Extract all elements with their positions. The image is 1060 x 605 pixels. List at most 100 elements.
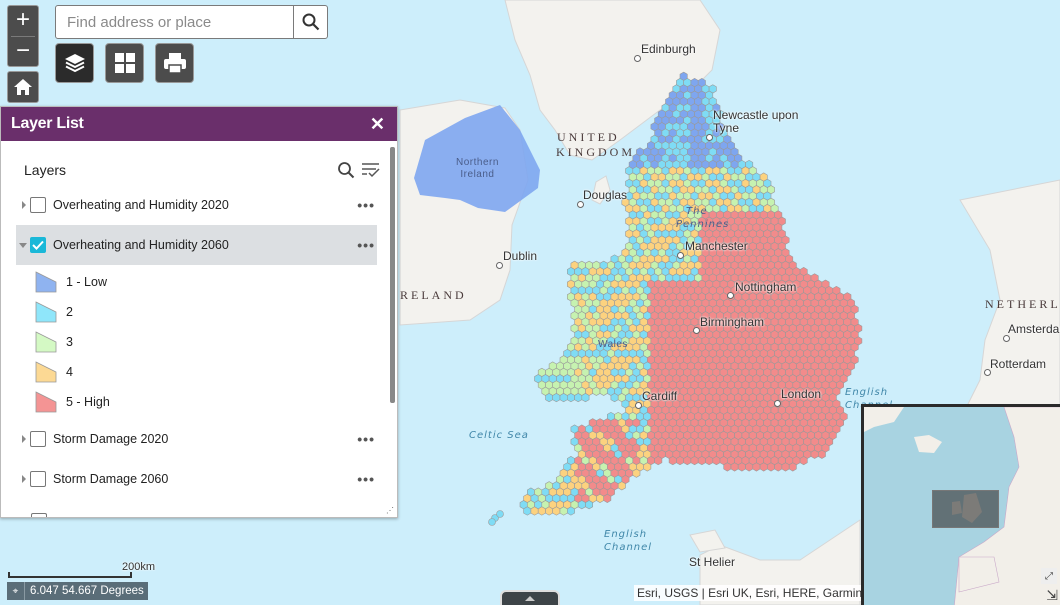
more-options-icon[interactable]: •••	[357, 197, 375, 213]
hex-cell[interactable]	[523, 506, 532, 516]
hex-cell[interactable]	[617, 481, 626, 491]
hex-cell[interactable]	[574, 393, 583, 403]
expand-caret-icon[interactable]	[22, 201, 26, 209]
city-label-st-helier: St Helier	[689, 555, 736, 569]
city-dot	[1003, 335, 1010, 342]
hex-cell[interactable]	[683, 456, 692, 466]
hex-cell[interactable]	[559, 393, 568, 403]
hex-cell[interactable]	[632, 468, 641, 478]
hex-cell[interactable]	[676, 456, 685, 466]
layer-visibility-checkbox[interactable]	[30, 471, 46, 487]
region-label-wales: Wales	[598, 339, 628, 350]
home-button[interactable]	[7, 71, 39, 103]
hex-cell[interactable]	[545, 506, 554, 516]
search-input[interactable]	[56, 6, 293, 38]
hex-cell[interactable]	[723, 462, 732, 472]
search-button[interactable]	[293, 6, 327, 38]
hex-cell[interactable]	[577, 500, 586, 510]
layer-visibility-checkbox[interactable]	[31, 513, 47, 517]
expand-caret-icon[interactable]	[22, 475, 26, 483]
filter-list-icon[interactable]	[361, 161, 381, 179]
hex-cell[interactable]	[752, 462, 761, 472]
city-label-edinburgh: Edinburgh	[641, 42, 696, 56]
more-options-icon[interactable]: •••	[357, 237, 375, 253]
hex-cell[interactable]	[690, 456, 699, 466]
zoom-out-button[interactable]: −	[8, 37, 38, 67]
layer-item-overheating-2060[interactable]: Overheating and Humidity 2060 •••	[16, 225, 377, 265]
expand-icon[interactable]: ⤢	[1041, 568, 1057, 584]
hex-cell[interactable]	[566, 393, 575, 403]
hex-cell[interactable]	[759, 462, 768, 472]
hex-cell[interactable]	[552, 506, 561, 516]
layer-visibility-checkbox[interactable]	[30, 237, 46, 253]
hex-cell[interactable]	[697, 456, 706, 466]
hex-cell[interactable]	[737, 462, 746, 472]
hex-cell[interactable]	[592, 386, 601, 396]
layer-name: Storm Damage 2020	[53, 432, 169, 446]
crosshair-icon[interactable]: ⌖	[7, 582, 25, 600]
hex-cell[interactable]	[643, 462, 652, 472]
hex-cell[interactable]	[668, 456, 677, 466]
legend-item: 2	[1, 297, 389, 327]
city-label-nottingham: Nottingham	[735, 280, 797, 294]
hex-cell[interactable]	[781, 462, 790, 472]
expand-caret-icon[interactable]	[22, 435, 26, 443]
search-icon[interactable]	[337, 161, 355, 179]
city-label-cardiff: Cardiff	[642, 389, 678, 403]
hex-cell[interactable]	[530, 506, 539, 516]
hex-cell[interactable]	[559, 506, 568, 516]
city-dot	[774, 400, 781, 407]
close-icon[interactable]: ✕	[370, 114, 385, 135]
legend-item: 3	[1, 327, 389, 357]
hex-cell[interactable]	[712, 456, 721, 466]
layer-list-button[interactable]	[55, 43, 94, 83]
hex-cell[interactable]	[552, 393, 561, 403]
hex-cell[interactable]	[745, 462, 754, 472]
hex-cell[interactable]	[766, 462, 775, 472]
city-dot	[635, 402, 642, 409]
layer-visibility-checkbox[interactable]	[30, 431, 46, 447]
hex-cell[interactable]	[585, 500, 594, 510]
resize-handle-icon[interactable]: ⋰	[386, 507, 394, 515]
hex-cell[interactable]	[596, 493, 605, 503]
hex-cell[interactable]	[788, 462, 797, 472]
hex-cell[interactable]	[817, 449, 826, 459]
layers-icon	[64, 54, 85, 73]
panel-scrollbar[interactable]	[390, 147, 395, 403]
legend-swatch-icon	[35, 301, 57, 323]
hex-cell[interactable]	[496, 510, 504, 518]
hex-cell[interactable]	[488, 518, 496, 526]
zoom-in-button[interactable]: +	[8, 6, 38, 36]
overview-toggle-icon[interactable]: ⇲	[1046, 587, 1058, 604]
layer-item-overheating-2020[interactable]: Overheating and Humidity 2020 •••	[16, 185, 377, 225]
basemap-gallery-button[interactable]	[105, 43, 144, 83]
hex-cell[interactable]	[730, 462, 739, 472]
city-dot	[496, 262, 503, 269]
scale-bar	[8, 572, 132, 578]
hex-cell[interactable]	[599, 386, 608, 396]
hex-cell[interactable]	[566, 506, 575, 516]
layers-section-title: Layers	[24, 162, 67, 178]
hex-cell[interactable]	[810, 449, 819, 459]
more-options-icon[interactable]: •••	[357, 431, 375, 447]
hex-cell[interactable]	[610, 393, 619, 403]
bottom-panel-toggle[interactable]	[500, 590, 560, 605]
layer-item-storm-2020[interactable]: Storm Damage 2020 •••	[16, 419, 377, 459]
hex-cell[interactable]	[581, 393, 590, 403]
coordinate-widget[interactable]: ⌖ 6.047 54.667 Degrees	[7, 582, 148, 600]
more-options-icon[interactable]: •••	[357, 471, 375, 487]
print-button[interactable]	[155, 43, 194, 83]
hex-cell[interactable]	[537, 506, 546, 516]
overview-map[interactable]: ⤢ ⇲	[861, 404, 1060, 605]
scale-label: 200km	[122, 561, 156, 573]
overview-extent-box[interactable]	[932, 490, 999, 528]
hex-cell[interactable]	[774, 462, 783, 472]
hex-cell[interactable]	[654, 456, 663, 466]
layer-visibility-checkbox[interactable]	[30, 197, 46, 213]
layer-item-storm-2060[interactable]: Storm Damage 2060 •••	[16, 459, 377, 499]
collapse-caret-icon[interactable]	[19, 242, 27, 248]
hex-cell[interactable]	[603, 493, 612, 503]
hex-cell[interactable]	[545, 393, 554, 403]
hex-cell[interactable]	[705, 456, 714, 466]
hex-cell[interactable]	[799, 456, 808, 466]
